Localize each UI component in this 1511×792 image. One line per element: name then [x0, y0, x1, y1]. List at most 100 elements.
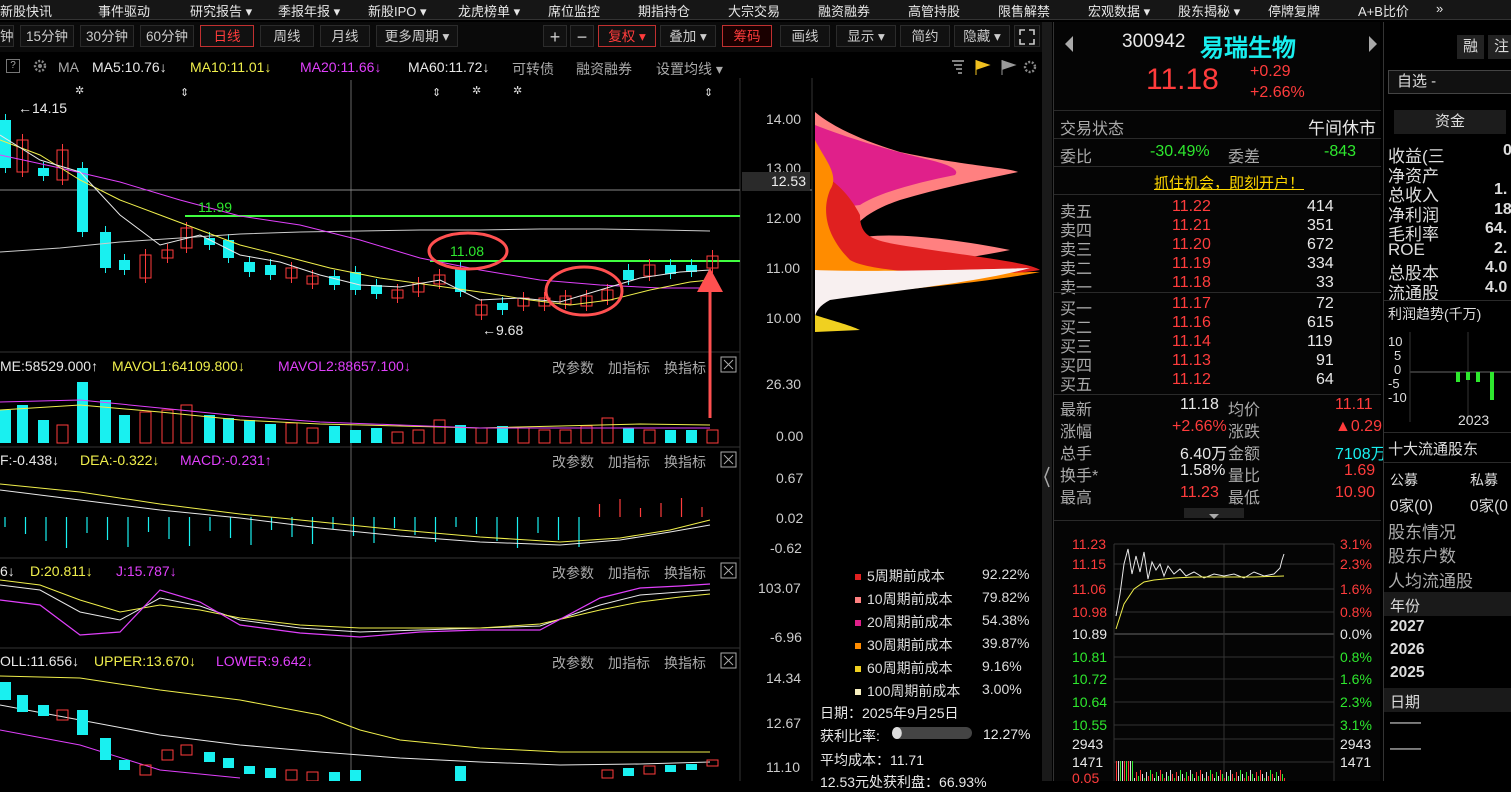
period-1min[interactable]: 钟: [0, 25, 14, 47]
stat-value: 10.90: [1335, 484, 1376, 501]
buy-level-price[interactable]: 11.13: [1172, 352, 1211, 370]
panel-change-param-button[interactable]: 改参数: [552, 653, 594, 673]
panel-change-param-button[interactable]: 改参数: [552, 452, 594, 472]
price-axis-10: 10.00: [766, 310, 802, 326]
sell-level-price[interactable]: 11.18: [1172, 274, 1211, 292]
collapse-stats-button[interactable]: [1184, 508, 1244, 519]
top-menu-item[interactable]: 季报年报 ▾: [278, 1, 340, 20]
top-menu-item[interactable]: 事件驱动: [98, 1, 150, 20]
period-weekly[interactable]: 周线: [260, 25, 314, 47]
top-menu-item[interactable]: 股东揭秘 ▾: [1178, 1, 1240, 20]
sell-level-price[interactable]: 11.19: [1172, 255, 1211, 273]
stat-label: 最高: [1060, 490, 1093, 507]
sell-level-price[interactable]: 11.21: [1172, 217, 1211, 235]
top-menu-item[interactable]: 宏观数据 ▾: [1088, 1, 1150, 20]
sell-level-vol: 414: [1307, 198, 1334, 215]
open-account-ad-link[interactable]: 抓住机会，即刻开户！: [1154, 172, 1304, 193]
panel-change-param-button[interactable]: 改参数: [552, 358, 594, 378]
chart-toolbar: 钟 15分钟 30分钟 60分钟 日线 周线 月线 更多周期 ▾ + − 复权 …: [0, 22, 1042, 52]
volume-bar: [223, 418, 234, 443]
panel-switch-indicator-button[interactable]: 换指标: [664, 653, 706, 673]
gear-icon[interactable]: [32, 58, 48, 77]
top-menu-item[interactable]: 新股IPO ▾: [368, 1, 427, 20]
intraday-axis-right: 2.3%: [1340, 556, 1372, 572]
profit-ratio-value: 12.27%: [983, 726, 1031, 742]
expand-icon[interactable]: [1014, 25, 1040, 47]
panel-switch-indicator-button[interactable]: 换指标: [664, 452, 706, 472]
buy-level-price[interactable]: 11.14: [1172, 333, 1211, 351]
hide-dropdown[interactable]: 隐藏 ▾: [954, 25, 1010, 47]
intraday-axis-left: 10.89: [1072, 626, 1108, 642]
panel-add-indicator-button[interactable]: 加指标: [608, 452, 650, 472]
note-button[interactable]: 注: [1488, 35, 1511, 59]
current-price-tag: 12.53: [742, 172, 810, 191]
ma-settings-dropdown[interactable]: 设置均线 ▾: [656, 59, 723, 79]
period-60min[interactable]: 60分钟: [140, 25, 194, 47]
top-menu-item[interactable]: 席位监控: [548, 1, 600, 20]
top-menu-item[interactable]: 融资融券: [818, 1, 870, 20]
buy-level-price[interactable]: 11.16: [1172, 314, 1211, 332]
panel-switch-indicator-button[interactable]: 换指标: [664, 358, 706, 378]
tab-fund-flow[interactable]: 资金: [1394, 110, 1506, 134]
margin-link[interactable]: 融资融券: [576, 59, 632, 79]
volume-bar: [497, 426, 508, 443]
boll-candle: [686, 764, 697, 770]
sell-level-price[interactable]: 11.20: [1172, 236, 1211, 254]
period-monthly[interactable]: 月线: [320, 25, 370, 47]
panel-add-indicator-button[interactable]: 加指标: [608, 563, 650, 583]
top-menu-item[interactable]: 研究报告 ▾: [190, 1, 252, 20]
settings-box-icon[interactable]: ?: [6, 59, 20, 73]
volume-bar: [119, 415, 130, 443]
holders-info-link[interactable]: 股东情况: [1388, 518, 1456, 543]
next-stock-icon[interactable]: [1366, 34, 1380, 54]
simple-mode-button[interactable]: 简约: [900, 25, 950, 47]
intraday-axis-left: 1471: [1072, 754, 1104, 770]
top-menu-item[interactable]: 大宗交易: [728, 1, 780, 20]
volume-bar: [538, 429, 551, 444]
buy-level-price[interactable]: 11.12: [1172, 371, 1211, 389]
panel-switch-indicator-button[interactable]: 换指标: [664, 563, 706, 583]
zoom-in-button[interactable]: +: [543, 25, 567, 47]
draw-line-button[interactable]: 画线: [780, 25, 830, 47]
top-menu-item[interactable]: 限售解禁: [998, 1, 1050, 20]
top-menu-item[interactable]: 停牌复牌: [1268, 1, 1320, 20]
period-30min[interactable]: 30分钟: [80, 25, 134, 47]
panel-add-indicator-button[interactable]: 加指标: [608, 653, 650, 673]
watchlist-dropdown[interactable]: 自选 -: [1388, 70, 1511, 94]
panel-close-icons[interactable]: [720, 356, 737, 669]
holders-count-link[interactable]: 股东户数: [1388, 542, 1456, 567]
more-periods-dropdown[interactable]: 更多周期 ▾: [376, 25, 458, 47]
boll-candle: [350, 770, 361, 781]
overlay-dropdown[interactable]: 叠加 ▾: [660, 25, 716, 47]
top-menu-item[interactable]: A+B比价: [1358, 1, 1409, 20]
buy-level-price[interactable]: 11.17: [1172, 295, 1211, 313]
top-menu-item[interactable]: 期指持仓: [638, 1, 690, 20]
top-menu-item[interactable]: 高管持股: [908, 1, 960, 20]
candle: [623, 270, 634, 280]
fuquan-dropdown[interactable]: 复权 ▾: [598, 25, 656, 47]
top-menu-item[interactable]: »: [1436, 1, 1443, 16]
high-annotation: ←14.15: [18, 100, 68, 116]
j-label: J:15.787↓: [116, 563, 177, 579]
boll-candle: [56, 709, 69, 721]
per-capita-link[interactable]: 人均流通股: [1388, 567, 1473, 592]
panel-change-param-button[interactable]: 改参数: [552, 563, 594, 583]
chip-legend-row: 30周期前成本 39.87%: [855, 635, 1029, 655]
display-dropdown[interactable]: 显示 ▾: [836, 25, 896, 47]
prev-stock-icon[interactable]: [1062, 34, 1076, 54]
splitter[interactable]: [1042, 22, 1052, 781]
chip-legend-swatch: [855, 689, 861, 696]
convertible-bond-link[interactable]: 可转债: [512, 59, 554, 79]
period-15min[interactable]: 15分钟: [20, 25, 74, 47]
chip-legend-pct: 92.22%: [982, 566, 1030, 582]
margin-button[interactable]: 融: [1457, 35, 1484, 59]
zoom-out-button[interactable]: −: [570, 25, 594, 47]
sell-level-price[interactable]: 11.22: [1172, 198, 1211, 216]
panel-add-indicator-button[interactable]: 加指标: [608, 358, 650, 378]
top-menu-item[interactable]: 龙虎榜单 ▾: [458, 1, 520, 20]
top-menu-item[interactable]: 新股快讯: [0, 1, 52, 20]
period-daily[interactable]: 日线: [200, 25, 254, 47]
stat-value: 6.40万: [1180, 446, 1228, 463]
event-markers: ✲ ⇕ ⇕ ✲ ✲ ⇕: [75, 84, 713, 99]
chip-distribution-button[interactable]: 筹码: [722, 25, 772, 47]
